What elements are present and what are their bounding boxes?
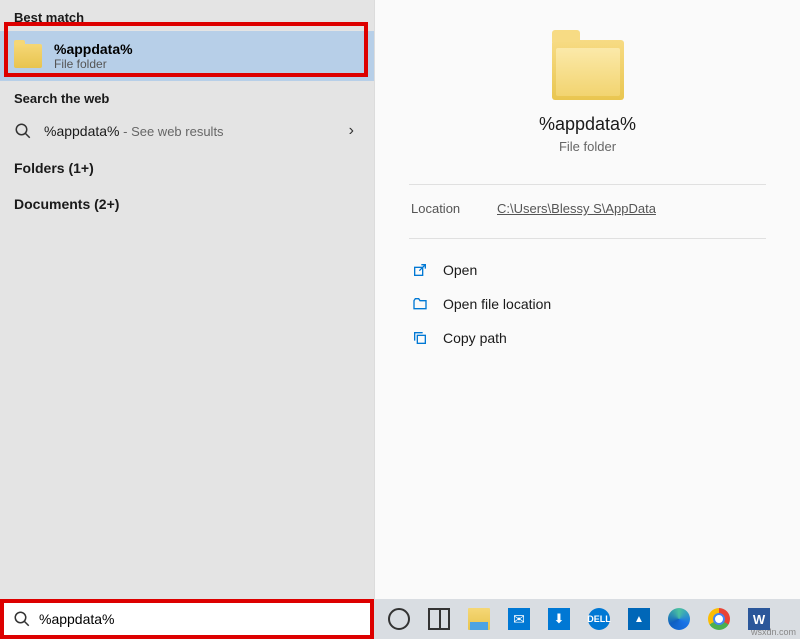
open-action[interactable]: Open <box>409 255 766 285</box>
action-list: Open Open file location Copy path <box>409 255 766 353</box>
cortana-icon[interactable] <box>380 599 418 639</box>
mail-icon[interactable] <box>500 599 538 639</box>
search-icon <box>13 610 31 628</box>
chrome-icon[interactable] <box>700 599 738 639</box>
open-label: Open <box>443 262 477 278</box>
store-icon[interactable] <box>540 599 578 639</box>
edge-icon[interactable] <box>660 599 698 639</box>
location-row: Location C:\Users\Blessy S\AppData <box>409 201 766 216</box>
folder-open-icon <box>411 295 429 313</box>
folder-large-icon <box>552 40 624 100</box>
chevron-right-icon[interactable]: › <box>349 122 360 140</box>
web-search-result[interactable]: %appdata% - See web results › <box>0 112 374 150</box>
task-view-icon[interactable] <box>420 599 458 639</box>
documents-category[interactable]: Documents (2+) <box>0 186 374 222</box>
search-results-panel: Best match %appdata% File folder Search … <box>0 0 374 599</box>
web-result-hint: - See web results <box>120 124 224 139</box>
location-path[interactable]: C:\Users\Blessy S\AppData <box>497 201 764 216</box>
divider <box>409 238 766 239</box>
open-location-action[interactable]: Open file location <box>409 289 766 319</box>
search-web-header: Search the web <box>0 81 374 112</box>
web-result-text: %appdata% - See web results <box>44 123 224 139</box>
detail-subtitle: File folder <box>559 139 616 154</box>
taskbar-search-box[interactable] <box>0 599 374 639</box>
copy-path-action[interactable]: Copy path <box>409 323 766 353</box>
copy-path-label: Copy path <box>443 330 507 346</box>
best-match-text: %appdata% File folder <box>54 41 133 71</box>
best-match-subtitle: File folder <box>54 57 133 71</box>
best-match-result[interactable]: %appdata% File folder <box>0 31 374 81</box>
open-location-label: Open file location <box>443 296 551 312</box>
detail-title: %appdata% <box>539 114 636 135</box>
folder-icon <box>14 44 42 68</box>
copy-icon <box>411 329 429 347</box>
folders-category[interactable]: Folders (1+) <box>0 150 374 186</box>
web-result-query: %appdata% <box>44 123 120 139</box>
taskbar-icons: DELL W <box>374 599 800 639</box>
taskbar: DELL W <box>0 599 800 639</box>
open-icon <box>411 261 429 279</box>
best-match-header: Best match <box>0 0 374 31</box>
photos-icon[interactable] <box>620 599 658 639</box>
file-explorer-icon[interactable] <box>460 599 498 639</box>
word-icon[interactable]: W <box>740 599 778 639</box>
dell-icon[interactable]: DELL <box>580 599 618 639</box>
search-icon <box>14 122 32 140</box>
best-match-title: %appdata% <box>54 41 133 57</box>
divider <box>409 184 766 185</box>
details-panel: %appdata% File folder Location C:\Users\… <box>374 0 800 599</box>
location-label: Location <box>411 201 497 216</box>
search-input[interactable] <box>39 611 361 627</box>
